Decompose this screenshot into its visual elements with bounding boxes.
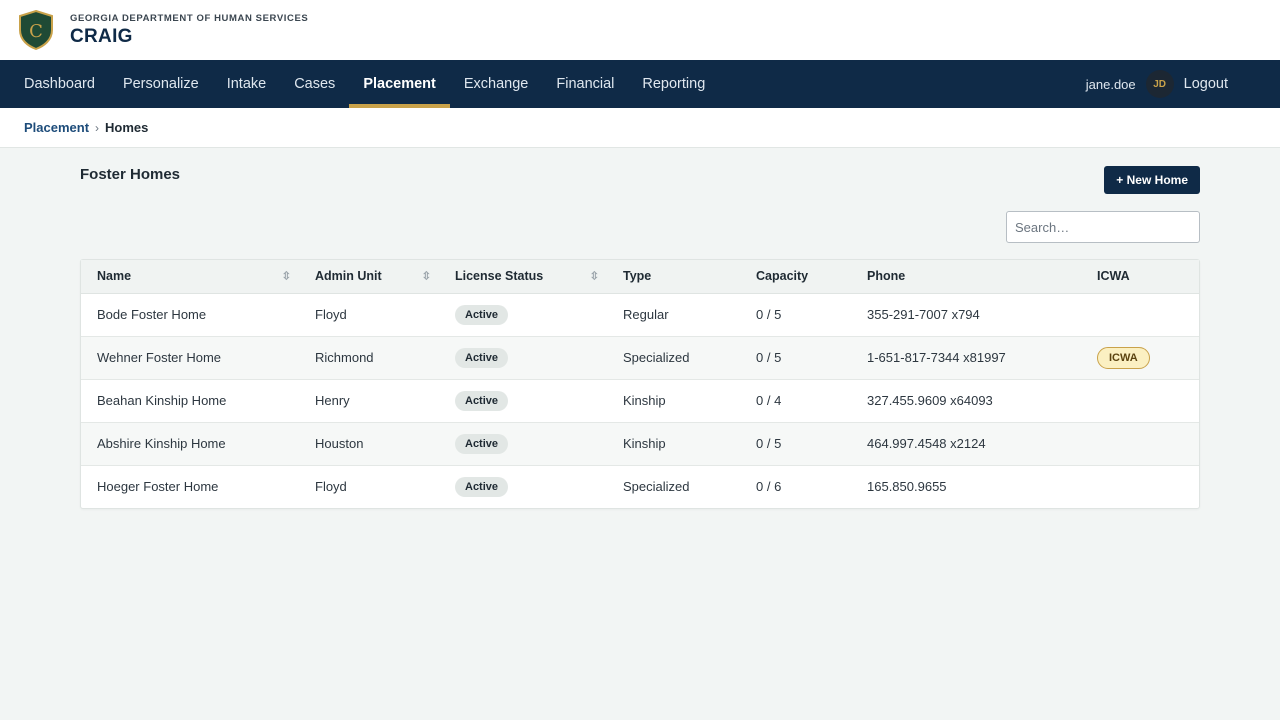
capacity-cell: 0 / 5 xyxy=(756,307,782,322)
column-header-name[interactable]: Name ⇳ xyxy=(81,260,299,294)
column-header-label: Capacity xyxy=(756,269,809,284)
sort-icon[interactable]: ⇳ xyxy=(282,270,291,283)
svg-text:C: C xyxy=(29,21,43,42)
nav-item-reporting[interactable]: Reporting xyxy=(628,60,719,108)
column-header-phone: Phone xyxy=(851,260,1081,294)
type-cell: Specialized xyxy=(607,335,740,379)
table-row[interactable]: Wehner Foster Home Richmond Active Speciali… xyxy=(81,335,1199,379)
brand: GEORGIA DEPARTMENT OF HUMAN SERVICES CRA… xyxy=(70,13,308,48)
nav-menu: Dashboard Personalize Intake Cases Placement… xyxy=(10,60,719,108)
status-badge: Active xyxy=(455,304,509,325)
column-header-capacity: Capacity xyxy=(740,260,851,294)
type-cell: Kinship xyxy=(607,421,740,465)
username: jane.doe xyxy=(1085,76,1136,92)
user-menu: jane.doe JD Logout xyxy=(1086,60,1228,108)
status-badge: Active xyxy=(455,347,509,368)
column-header-label: Type xyxy=(623,269,652,284)
page-title: Foster Homes xyxy=(80,166,181,183)
icwa-cell xyxy=(1081,464,1199,508)
column-header-label: Phone xyxy=(867,269,906,284)
type-cell: Regular xyxy=(623,307,669,322)
app-name[interactable]: CRAIG xyxy=(70,26,308,48)
type-cell: Specialized xyxy=(607,464,740,508)
phone-cell: 327.455.9609 x64093 xyxy=(851,378,1081,422)
column-header-label: Name xyxy=(97,269,132,284)
table-body: Bode Foster Home Floyd Active Regular 0 / 53… xyxy=(81,293,1199,508)
column-header-type: Type xyxy=(607,260,740,294)
home-name-cell: Bode Foster Home xyxy=(97,307,207,322)
license-status-cell: Active xyxy=(439,464,607,508)
homes-table: Name ⇳ Admin Unit ⇳ License Status ⇳ Type Capac… xyxy=(81,260,1199,508)
column-header-label: License Status xyxy=(455,269,544,284)
license-status-cell: Active xyxy=(439,421,607,465)
admin-unit-cell: Floyd xyxy=(315,307,347,322)
admin-unit-cell: Henry xyxy=(299,378,439,422)
icwa-cell xyxy=(1081,293,1199,336)
license-status-cell: Active xyxy=(439,335,607,379)
column-header-license-status[interactable]: License Status ⇳ xyxy=(439,260,607,294)
phone-cell: 355-291-7007 x794 xyxy=(867,307,980,322)
app-header: C GEORGIA DEPARTMENT OF HUMAN SERVICES C… xyxy=(0,0,1280,60)
breadcrumb-placement-link[interactable]: Placement xyxy=(24,120,89,135)
breadcrumb-current: Homes xyxy=(105,120,149,135)
capacity-cell: 0 / 6 xyxy=(740,464,851,508)
avatar[interactable]: JD xyxy=(1145,70,1174,98)
table-row[interactable]: Abshire Kinship Home Houston Active Kinship… xyxy=(81,421,1199,465)
search-input[interactable] xyxy=(1006,211,1200,243)
table-row[interactable]: Bode Foster Home Floyd Active Regular 0 / 5 3… xyxy=(81,293,1199,336)
shield-logo-icon[interactable]: C xyxy=(18,10,54,50)
nav-item-cases[interactable]: Cases xyxy=(280,60,349,108)
nav-item-dashboard[interactable]: Dashboard xyxy=(10,60,109,108)
status-badge: Active xyxy=(455,433,509,454)
phone-cell: 1-651-817-7344 x81997 xyxy=(851,335,1081,379)
license-status-cell: Active xyxy=(439,378,607,422)
icwa-cell: ICWA xyxy=(1081,335,1199,379)
new-home-button[interactable]: + New Home xyxy=(1104,166,1200,194)
icwa-badge: ICWA xyxy=(1097,346,1150,369)
column-header-label: ICWA xyxy=(1097,269,1130,284)
admin-unit-cell: Floyd xyxy=(299,464,439,508)
license-status-cell: Active xyxy=(439,293,607,336)
status-badge: Active xyxy=(455,390,509,411)
admin-unit-cell: Houston xyxy=(299,421,439,465)
icwa-cell xyxy=(1081,421,1199,465)
breadcrumb: Placement › Homes xyxy=(0,108,1280,148)
table-row[interactable]: Hoeger Foster Home Floyd Active Specialized… xyxy=(81,464,1199,508)
nav-item-personalize[interactable]: Personalize xyxy=(109,60,213,108)
table-header-row: Name ⇳ Admin Unit ⇳ License Status ⇳ Type Capac… xyxy=(81,260,1199,294)
capacity-cell: 0 / 4 xyxy=(740,378,851,422)
sort-icon[interactable]: ⇳ xyxy=(590,270,599,283)
nav-item-placement[interactable]: Placement xyxy=(349,60,450,108)
column-header-admin-unit[interactable]: Admin Unit ⇳ xyxy=(299,260,439,294)
phone-cell: 464.997.4548 x2124 xyxy=(851,421,1081,465)
sort-icon[interactable]: ⇳ xyxy=(422,270,431,283)
breadcrumb-separator-icon: › xyxy=(95,120,100,135)
type-cell: Kinship xyxy=(607,378,740,422)
nav-item-financial[interactable]: Financial xyxy=(542,60,628,108)
admin-unit-cell: Richmond xyxy=(299,335,439,379)
home-name-cell: Wehner Foster Home xyxy=(81,335,299,379)
logout-link[interactable]: Logout xyxy=(1184,76,1228,92)
homes-table-container: Name ⇳ Admin Unit ⇳ License Status ⇳ Type Capac… xyxy=(80,259,1200,509)
capacity-cell: 0 / 5 xyxy=(740,421,851,465)
phone-cell: 165.850.9655 xyxy=(851,464,1081,508)
home-name-cell: Beahan Kinship Home xyxy=(81,378,299,422)
status-badge: Active xyxy=(455,476,509,497)
nav-item-intake[interactable]: Intake xyxy=(213,60,281,108)
capacity-cell: 0 / 5 xyxy=(740,335,851,379)
org-name: GEORGIA DEPARTMENT OF HUMAN SERVICES xyxy=(70,12,309,24)
icwa-cell xyxy=(1081,378,1199,422)
column-header-icwa: ICWA xyxy=(1081,260,1199,294)
home-name-cell: Abshire Kinship Home xyxy=(81,421,299,465)
column-header-label: Admin Unit xyxy=(315,269,382,284)
home-name-cell: Hoeger Foster Home xyxy=(81,464,299,508)
table-row[interactable]: Beahan Kinship Home Henry Active Kinship 0 /… xyxy=(81,378,1199,422)
nav-item-exchange[interactable]: Exchange xyxy=(450,60,543,108)
main-nav: Dashboard Personalize Intake Cases Placement… xyxy=(0,60,1280,108)
